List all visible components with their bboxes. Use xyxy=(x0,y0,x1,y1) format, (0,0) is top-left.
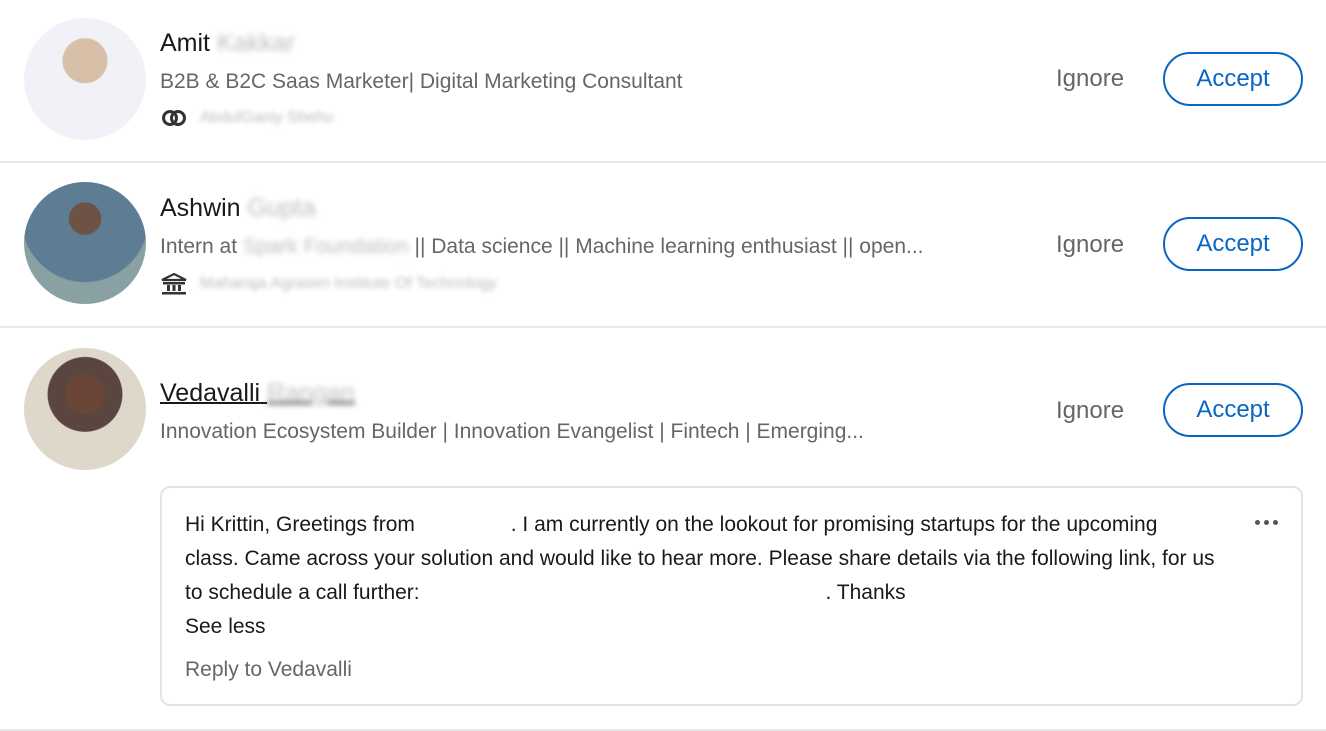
message-text: Hi Krittin, Greetings from . I am curren… xyxy=(185,508,1215,644)
accept-button[interactable]: Accept xyxy=(1163,383,1303,437)
accept-button[interactable]: Accept xyxy=(1163,217,1303,271)
ignore-button[interactable]: Ignore xyxy=(1056,397,1124,425)
blurred-last-name: Rangan xyxy=(267,379,355,407)
avatar[interactable] xyxy=(24,18,146,140)
invitation-row: Vedavalli Rangan Innovation Ecosystem Bu… xyxy=(0,328,1326,731)
reply-link[interactable]: Reply to Vedavalli xyxy=(185,658,352,682)
school-icon xyxy=(161,273,187,295)
sender-headline: Intern at Spark Foundation || Data scien… xyxy=(160,235,924,258)
more-options-icon[interactable] xyxy=(1255,516,1279,530)
accept-button[interactable]: Accept xyxy=(1163,52,1303,106)
invitation-message: Hi Krittin, Greetings from . I am curren… xyxy=(160,486,1303,706)
sender-name[interactable]: Vedavalli Rangan xyxy=(160,379,355,408)
school-name: Maharaja Agrasen Institute Of Technology xyxy=(200,275,497,292)
shared-connections: AbdulGaniy Shehu xyxy=(160,107,333,129)
sender-headline: B2B & B2C Saas Marketer| Digital Marketi… xyxy=(160,70,683,93)
ignore-button[interactable]: Ignore xyxy=(1056,65,1124,93)
invitation-row: Ashwin Gupta Intern at Spark Foundation … xyxy=(0,163,1326,328)
blurred-company: Spark Foundation xyxy=(242,235,409,258)
see-less-link[interactable]: See less xyxy=(185,610,1215,644)
blurred-last-name: Gupta xyxy=(247,194,316,222)
avatar[interactable] xyxy=(24,182,146,304)
sender-name[interactable]: Ashwin Gupta xyxy=(160,194,316,223)
shared-connections-icon xyxy=(162,110,186,126)
school-info: Maharaja Agrasen Institute Of Technology xyxy=(160,273,497,295)
sender-headline: Innovation Ecosystem Builder | Innovatio… xyxy=(160,420,864,443)
blurred-last-name: Kakkar xyxy=(216,29,295,57)
invitation-row: Amit Kakkar B2B & B2C Saas Marketer| Dig… xyxy=(0,0,1326,163)
sender-name[interactable]: Amit Kakkar xyxy=(160,29,295,58)
ignore-button[interactable]: Ignore xyxy=(1056,231,1124,259)
mutual-connection-name: AbdulGaniy Shehu xyxy=(200,109,334,126)
avatar[interactable] xyxy=(24,348,146,470)
